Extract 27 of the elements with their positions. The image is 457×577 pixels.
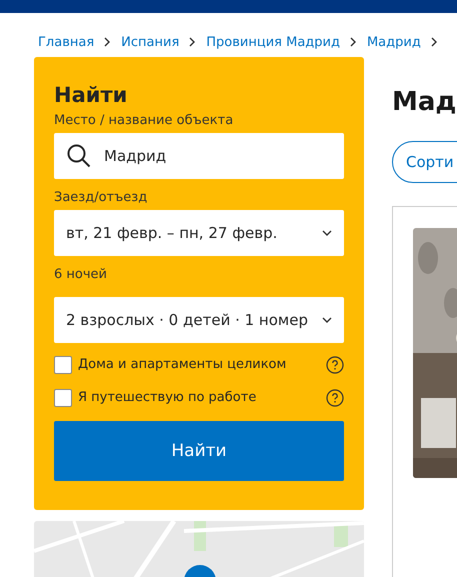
help-icon[interactable] [326, 356, 344, 374]
guests-select[interactable]: 2 взрослых · 0 детей · 1 номер [54, 297, 344, 343]
breadcrumb-link[interactable]: Испания [121, 34, 180, 50]
field-label: Место / название объекта [54, 113, 234, 128]
field-label: Заезд/отъезд [54, 190, 148, 205]
date-select[interactable]: вт, 21 февр. – пн, 27 февр. [54, 210, 344, 256]
search-icon [66, 143, 92, 169]
chevron-right-icon [430, 37, 438, 47]
search-button[interactable]: Найти [54, 421, 344, 481]
breadcrumb-link[interactable]: Главная [38, 34, 94, 50]
sort-button[interactable]: Сорти [392, 141, 457, 183]
page-heading: Мад [392, 87, 457, 117]
chevron-down-icon [322, 317, 332, 323]
breadcrumb-link[interactable]: Провинция Мадрид [206, 34, 340, 50]
chevron-right-icon [189, 37, 196, 47]
help-icon[interactable] [326, 388, 344, 406]
nights-count: 6 ночей [54, 267, 108, 282]
checkbox-label: Я путешествую по работе [78, 390, 258, 405]
chevron-right-icon [350, 37, 357, 47]
checkbox[interactable] [54, 388, 72, 406]
checkbox[interactable] [54, 356, 72, 374]
checkbox-label: Дома и апартаменты целиком [78, 357, 288, 372]
chevron-right-icon [104, 37, 112, 47]
panel-title: Найти [54, 83, 128, 107]
breadcrumb-link[interactable]: Мадрид [366, 34, 421, 50]
chevron-down-icon [322, 230, 332, 236]
destination-field[interactable]: Мадрид [54, 133, 344, 179]
